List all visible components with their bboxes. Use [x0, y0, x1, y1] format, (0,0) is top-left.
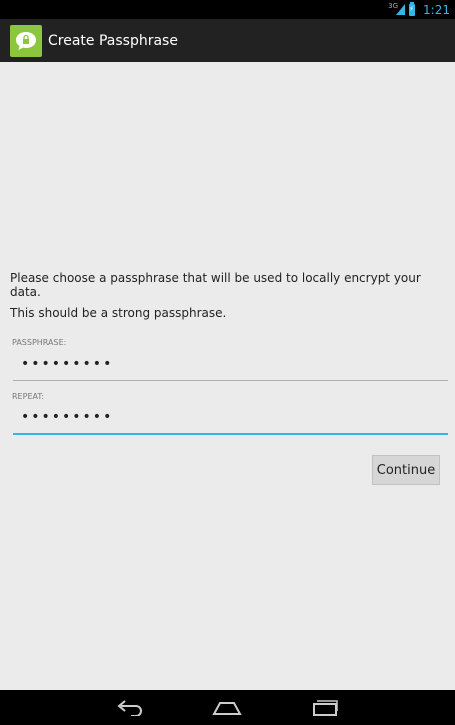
recent-apps-icon [313, 699, 338, 716]
status-icons: 3G 1:21 [388, 1, 450, 18]
app-icon[interactable] [10, 24, 42, 57]
signal-icon [396, 4, 406, 15]
continue-button[interactable]: Continue [372, 455, 440, 485]
clock: 1:21 [423, 2, 450, 17]
page-title: Create Passphrase [48, 32, 178, 49]
navigation-bar [0, 690, 455, 725]
content-area: Please choose a passphrase that will be … [0, 62, 455, 690]
intro-text: Please choose a passphrase that will be … [10, 271, 421, 299]
repeat-field[interactable]: ••••••••• [13, 409, 448, 435]
status-bar: 3G 1:21 [0, 0, 455, 19]
passphrase-label: PASSPHRASE: [12, 338, 67, 347]
back-icon [117, 699, 142, 716]
battery-icon [409, 1, 416, 16]
action-bar: Create Passphrase [0, 19, 455, 62]
back-button[interactable] [100, 690, 160, 725]
repeat-label: REPEAT: [12, 392, 45, 401]
passphrase-field[interactable]: ••••••••• [13, 356, 448, 381]
home-button[interactable] [197, 690, 257, 725]
lock-chat-icon [16, 31, 36, 50]
strength-hint: This should be a strong passphrase. [10, 306, 227, 320]
home-icon [212, 701, 242, 715]
recent-apps-button[interactable] [295, 690, 355, 725]
